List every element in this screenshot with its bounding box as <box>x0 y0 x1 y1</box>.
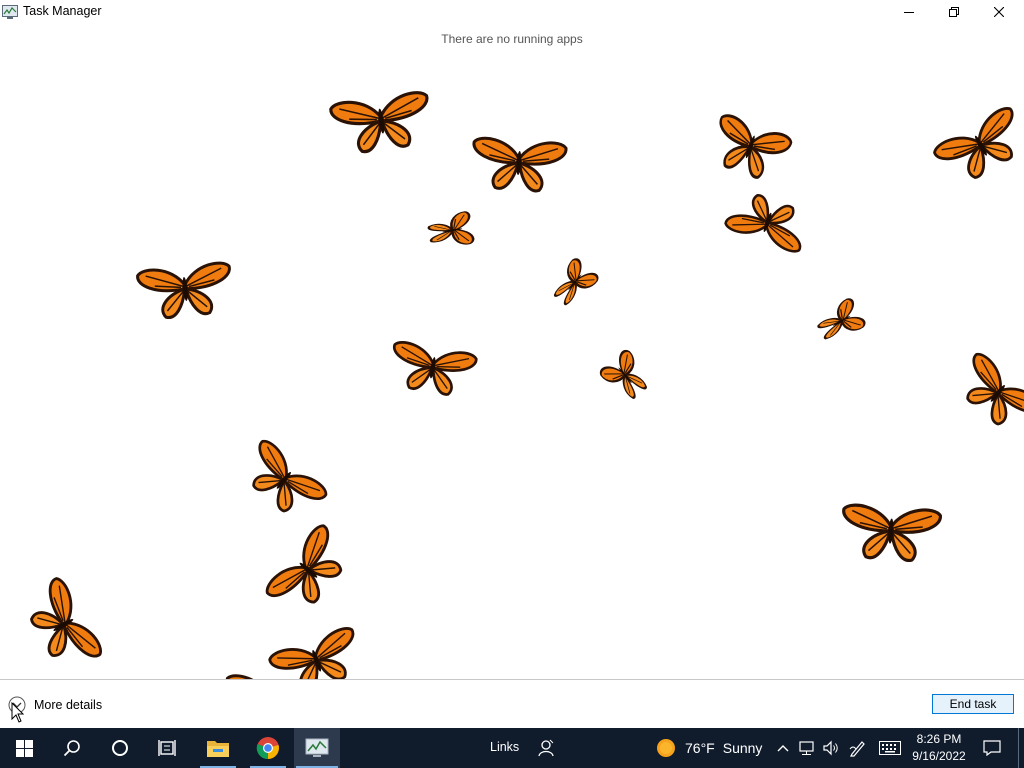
taskbar: Links 76°F Sunny 8:26 PM 9/16/2022 <box>0 728 1024 768</box>
chrome-icon <box>256 737 279 760</box>
start-button[interactable] <box>0 728 48 768</box>
search-button[interactable] <box>48 728 96 768</box>
close-icon <box>994 7 1004 17</box>
network-icon <box>799 741 814 755</box>
butterfly <box>949 349 1024 440</box>
file-explorer-button[interactable] <box>198 728 238 768</box>
notification-icon <box>983 740 1001 756</box>
windows-start-icon <box>15 739 33 757</box>
sun-icon <box>657 739 675 757</box>
task-manager-taskbar-button[interactable] <box>294 728 340 768</box>
butterfly <box>812 296 868 348</box>
butterfly <box>425 209 476 252</box>
links-toolbar-label[interactable]: Links <box>490 740 519 754</box>
butterfly <box>838 502 943 565</box>
butterfly <box>597 347 655 406</box>
butterfly <box>262 521 358 622</box>
cortana-button[interactable] <box>96 728 144 768</box>
keyboard-icon <box>879 741 901 755</box>
search-icon <box>63 740 80 757</box>
file-explorer-icon <box>207 741 229 757</box>
task-manager-icon <box>305 738 329 757</box>
task-view-button[interactable] <box>144 728 192 768</box>
show-hidden-icons-button[interactable] <box>774 728 792 768</box>
butterfly-animation <box>0 24 1024 728</box>
butterfly <box>546 256 601 312</box>
chevron-up-icon <box>777 745 789 752</box>
weather-widget[interactable]: 76°F Sunny <box>656 728 762 768</box>
pen-icon <box>849 741 865 757</box>
people-button[interactable] <box>530 728 562 768</box>
action-center-button[interactable] <box>978 728 1006 768</box>
weather-temperature: 76°F <box>685 740 715 756</box>
clock[interactable]: 8:26 PM 9/16/2022 <box>904 731 974 765</box>
close-button[interactable] <box>976 0 1022 24</box>
volume-button[interactable] <box>820 728 842 768</box>
restore-button[interactable] <box>931 0 977 24</box>
footer-bar: More details End task <box>0 679 1024 729</box>
butterfly <box>722 186 814 255</box>
clock-date: 9/16/2022 <box>912 749 966 763</box>
task-manager-icon <box>2 5 18 19</box>
network-button[interactable] <box>796 728 818 768</box>
more-details-label: More details <box>34 698 103 712</box>
end-task-button[interactable]: End task <box>932 694 1014 714</box>
butterfly <box>235 436 330 527</box>
butterfly <box>386 339 479 400</box>
title-bar: Task Manager <box>0 0 1024 24</box>
cortana-icon <box>112 740 128 756</box>
minimize-button[interactable] <box>886 0 932 24</box>
show-desktop-button[interactable] <box>1018 728 1024 768</box>
butterfly <box>135 260 236 322</box>
mouse-cursor-icon <box>11 702 25 723</box>
volume-icon <box>823 740 838 756</box>
butterfly <box>18 574 106 678</box>
butterfly <box>930 103 1024 191</box>
touch-keyboard-button[interactable] <box>876 728 904 768</box>
window-title: Task Manager <box>23 4 102 18</box>
weather-condition: Sunny <box>722 740 763 756</box>
butterfly <box>328 89 435 158</box>
chrome-button[interactable] <box>248 728 288 768</box>
task-view-icon <box>158 740 176 756</box>
clock-time: 8:26 PM <box>916 732 962 746</box>
minimize-icon <box>904 12 914 13</box>
people-icon <box>538 739 554 757</box>
restore-icon <box>949 7 959 17</box>
pen-workspace-button[interactable] <box>846 728 870 768</box>
